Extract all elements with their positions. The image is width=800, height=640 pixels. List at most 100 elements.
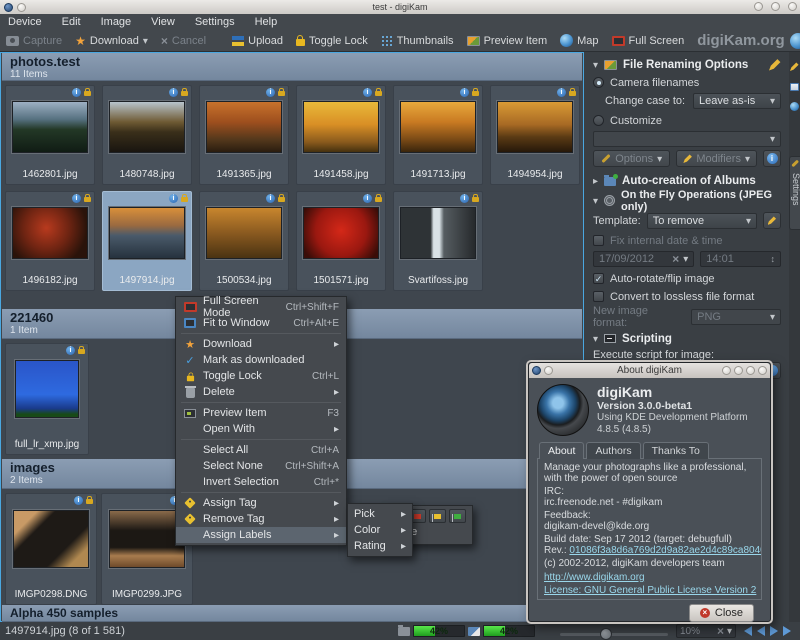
checkbox-fix-date[interactable] [593,235,604,246]
upload-button[interactable]: Upload [232,35,283,47]
thumbnail-cell[interactable]: 1462801.jpg [5,85,95,185]
preview-item-button[interactable]: Preview Item [467,35,548,47]
auto-rotate-checkbox-row[interactable]: Auto-rotate/flip image [593,270,781,287]
on-the-fly-header[interactable]: On the Fly Operations (JPEG only) [593,192,781,209]
thumbnail-cell[interactable]: full_lr_xmp.jpg [5,343,89,455]
website-link[interactable]: http://www.digikam.org [544,573,755,584]
menu-help[interactable]: Help [255,16,278,28]
zoom-level-spinbox[interactable]: 10% [676,624,736,638]
checkbox-auto-rotate[interactable] [593,273,604,284]
scripting-header[interactable]: Scripting [593,330,781,347]
modifiers-button[interactable]: Modifiers [676,150,757,167]
menu-item-select-none[interactable]: Select None Ctrl+Shift+A [176,458,346,474]
zoom-slider[interactable] [560,633,668,636]
cancel-button[interactable]: Cancel [161,34,206,48]
dialog-titlebar[interactable]: About digiKam [529,363,770,378]
album-band-alpha-450[interactable]: Alpha 450 samples [2,605,582,622]
menu-settings[interactable]: Settings [195,16,235,28]
date-field[interactable]: 17/09/2012 [593,251,694,267]
menu-item-fit-to-window[interactable]: Fit to Window Ctrl+Alt+E [176,315,346,331]
thumbnail-cell[interactable]: 1491365.jpg [199,85,289,185]
first-item-arrow-icon[interactable] [744,626,752,636]
settings-side-tab[interactable]: Settings [789,156,800,230]
capture-button[interactable]: Capture [6,35,62,47]
submenu-item-rating[interactable]: Rating [348,538,412,554]
thumbnail-cell-selected[interactable]: 1497914.jpg [102,191,192,291]
dialog-help-button[interactable] [722,366,731,375]
menu-image[interactable]: Image [101,16,132,28]
radio-customize[interactable] [593,115,604,126]
template-edit-button[interactable] [763,212,781,229]
full-screen-button[interactable]: Full Screen [612,35,685,47]
clear-icon[interactable] [672,252,679,266]
menu-item-toggle-lock[interactable]: Toggle Lock Ctrl+L [176,368,346,384]
geolocation-globe-icon[interactable] [790,98,799,116]
maximize-button[interactable] [771,2,780,11]
convert-lossless-checkbox-row[interactable]: Convert to lossless file format [593,288,781,305]
file-properties-icon[interactable] [790,78,799,96]
clear-icon[interactable] [717,624,724,638]
close-button[interactable] [788,2,797,11]
license-link[interactable]: License: GNU General Public License Vers… [544,586,755,597]
new-format-select[interactable]: PNG [691,309,781,325]
menu-edit[interactable]: Edit [62,16,81,28]
menu-item-download[interactable]: Download [176,336,346,352]
file-renaming-header[interactable]: File Renaming Options [593,56,781,73]
tab-thanks-to[interactable]: Thanks To [643,442,709,459]
tab-authors[interactable]: Authors [586,442,640,459]
spinner-icon[interactable] [771,253,776,265]
template-select[interactable]: To remove [647,213,757,229]
menu-device[interactable]: Device [8,16,42,28]
revision-link[interactable]: 01086f3a8d6a769d2d9a82ae2d4c89ca8040af29 [569,545,762,556]
pick-pending-button[interactable] [429,509,446,523]
menu-view[interactable]: View [151,16,175,28]
menu-item-delete[interactable]: Delete [176,384,346,400]
radio-camera-filenames[interactable] [593,77,604,88]
camera-filenames-radio-row[interactable]: Camera filenames [593,74,781,91]
menu-item-invert-selection[interactable]: Invert Selection Ctrl+* [176,474,346,490]
tab-about[interactable]: About [539,442,584,459]
customize-radio-row[interactable]: Customize [593,112,781,129]
menu-item-select-all[interactable]: Select All Ctrl+A [176,442,346,458]
slider-handle-icon[interactable] [600,628,612,640]
previous-item-arrow-icon[interactable] [757,626,765,636]
rename-info-button[interactable] [763,150,781,167]
dialog-close-action-button[interactable]: Close [689,604,754,622]
thumbnail-cell[interactable]: 1496182.jpg [5,191,95,291]
menu-item-open-with[interactable]: Open With [176,421,346,437]
menu-item-assign-labels[interactable]: Assign Labels [176,527,346,543]
rename-pattern-combo[interactable] [593,131,781,147]
window-titlebar[interactable]: test - digiKam [0,0,800,14]
menu-item-full-screen-mode[interactable]: Full Screen Mode Ctrl+Shift+F [176,299,346,315]
checkbox-convert-lossless[interactable] [593,291,604,302]
pick-accepted-button[interactable] [449,509,466,523]
minimize-button[interactable] [754,2,763,11]
options-button[interactable]: Options [593,150,670,167]
last-item-arrow-icon[interactable] [783,626,791,636]
next-item-arrow-icon[interactable] [770,626,778,636]
submenu-item-color[interactable]: Color [348,522,412,538]
thumbnail-cell[interactable]: IMGP0298.DNG [5,493,97,605]
menu-item-remove-tag[interactable]: Remove Tag [176,511,346,527]
toggle-lock-button[interactable]: Toggle Lock [296,35,368,47]
download-button[interactable]: Download [75,34,148,48]
thumbnail-cell[interactable]: 1480748.jpg [102,85,192,185]
map-button[interactable]: Map [560,34,598,47]
time-field[interactable]: 14:01 [700,251,781,267]
thumbnail-cell[interactable]: Svartifoss.jpg [393,191,483,291]
pencil-icon[interactable] [769,59,781,71]
menu-item-assign-tag[interactable]: Assign Tag [176,495,346,511]
thumbnail-cell[interactable]: 1491458.jpg [296,85,386,185]
album-band-photos-test[interactable]: photos.test 11 Items [2,53,582,81]
submenu-item-pick[interactable]: Pick [348,506,412,522]
thumbnail-cell[interactable]: 1494954.jpg [490,85,580,185]
menu-item-preview-item[interactable]: Preview Item F3 [176,405,346,421]
dialog-close-button[interactable] [758,366,767,375]
thumbnail-cell[interactable]: 1491713.jpg [393,85,483,185]
menu-item-mark-as-downloaded[interactable]: Mark as downloaded [176,352,346,368]
dialog-maximize-button[interactable] [746,366,755,375]
dialog-minimize-button[interactable] [734,366,743,375]
thumbnail-cell[interactable]: 1500534.jpg [199,191,289,291]
auto-albums-header[interactable]: Auto-creation of Albums [593,172,781,189]
edit-tool-icon[interactable] [790,58,799,76]
